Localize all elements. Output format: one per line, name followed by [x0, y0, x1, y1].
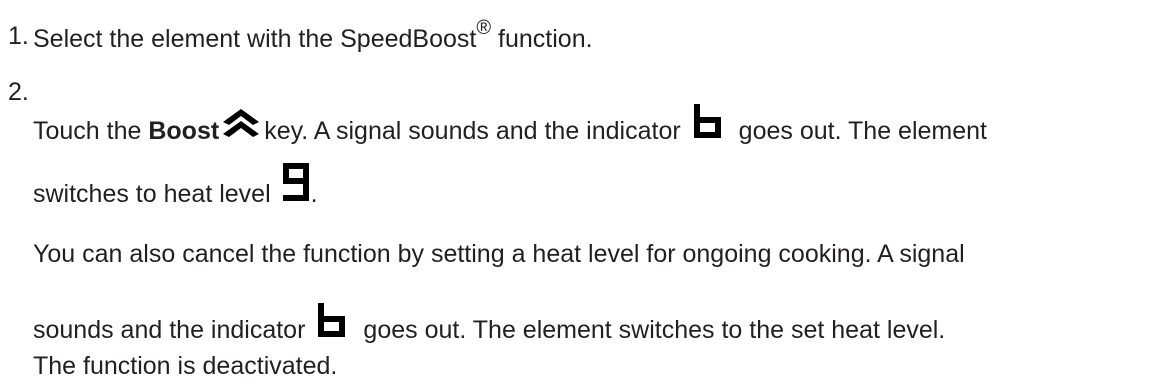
step-2-line-3: You can also cancel the function by sett… [33, 240, 965, 268]
boost-key-label: Boost [148, 117, 220, 145]
step-2-touch-text: Touch the [33, 117, 149, 145]
step-1-text-after: function. [491, 25, 593, 53]
step-2-goes-out-text: goes out. The element [738, 117, 987, 145]
step-1-text-before: Select the element with the SpeedBoost [33, 25, 477, 53]
double-chevron-up-icon [223, 109, 260, 137]
segment-b-indicator-icon [318, 303, 346, 337]
segment-b-indicator-icon [693, 104, 721, 138]
registered-mark: ® [476, 17, 492, 39]
step-2-line-2: switches to heat level . [33, 162, 318, 207]
segment-9-display-icon [282, 163, 309, 201]
step-2-period: . [310, 180, 318, 208]
step-2-switches-text: switches to heat level [33, 180, 271, 208]
step-2-number: 2. [8, 78, 29, 106]
step-1-text: Select the element with the SpeedBoost® … [33, 18, 593, 53]
step-2-set-level-text: goes out. The element switches to the se… [363, 316, 946, 344]
step-2-sounds-text: sounds and the indicator [33, 316, 306, 344]
step-2-signal-text: key. A signal sounds and the indicator [264, 117, 681, 145]
step-2-line-5: The function is deactivated. [33, 352, 338, 380]
step-2-line-1: Touch the Boost key. A signal sounds and… [33, 103, 987, 144]
step-1-number: 1. [8, 22, 29, 50]
step-2-line-4: sounds and the indicator goes out. The e… [33, 302, 945, 343]
